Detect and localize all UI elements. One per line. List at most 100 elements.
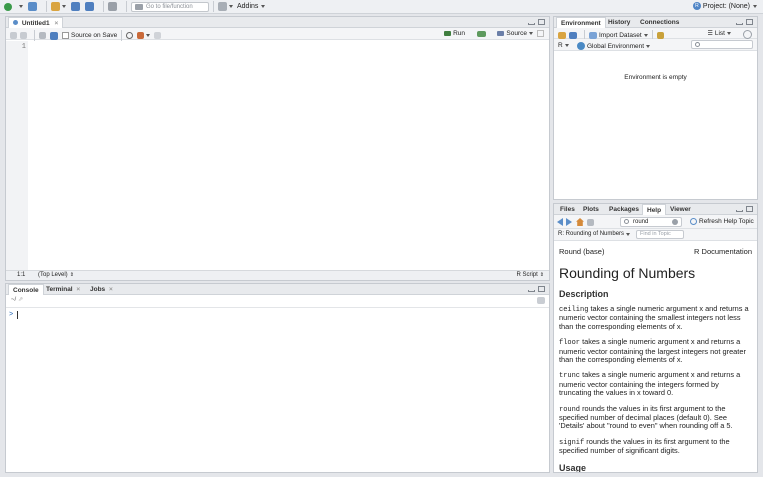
addins-label: Addins bbox=[237, 3, 259, 10]
maximize-pane-icon[interactable] bbox=[538, 19, 545, 25]
print-icon[interactable] bbox=[108, 2, 117, 11]
new-file-dropdown-icon[interactable] bbox=[19, 5, 23, 8]
minimize-pane-icon[interactable] bbox=[528, 23, 535, 25]
run-button[interactable]: Run bbox=[444, 30, 465, 37]
rerun-icon[interactable] bbox=[477, 31, 486, 37]
layout-dropdown-icon[interactable] bbox=[229, 5, 233, 8]
help-topic-selector[interactable]: R: Rounding of Numbers bbox=[558, 231, 631, 237]
clear-console-icon[interactable] bbox=[537, 297, 545, 304]
source-toolbar-left: Source on Save bbox=[10, 30, 162, 41]
new-project-icon[interactable] bbox=[28, 2, 37, 11]
tab-label: Jobs bbox=[90, 286, 106, 293]
forward-arrow-icon[interactable] bbox=[566, 218, 572, 226]
tab-untitled1[interactable]: Untitled1 × bbox=[8, 17, 64, 28]
file-type-selector[interactable]: R Script ⇕ bbox=[516, 272, 544, 278]
paragraph-text: rounds the values in its first argument … bbox=[559, 436, 730, 456]
help-search-value: round bbox=[633, 219, 649, 225]
language-selector[interactable]: R bbox=[558, 42, 569, 49]
open-file-icon[interactable] bbox=[51, 2, 60, 11]
addins-menu[interactable]: Addins bbox=[237, 3, 266, 10]
code-tools-dropdown-icon[interactable] bbox=[146, 34, 151, 37]
find-in-topic-input[interactable]: Find in Topic bbox=[636, 230, 684, 239]
project-label: Project: (None) bbox=[702, 2, 750, 10]
maximize-pane-icon[interactable] bbox=[746, 19, 753, 25]
show-in-window-icon[interactable] bbox=[39, 32, 46, 39]
global-environment-selector[interactable]: Global Environment bbox=[577, 42, 651, 50]
tab-help[interactable]: Help bbox=[642, 204, 667, 215]
new-file-icon[interactable] bbox=[4, 2, 12, 11]
refresh-help-label: Refresh Help Topic bbox=[699, 218, 754, 225]
list-view-selector[interactable]: ☰ List bbox=[707, 30, 731, 37]
tab-packages[interactable]: Packages bbox=[605, 204, 643, 215]
r-file-icon bbox=[13, 20, 18, 25]
tab-terminal[interactable]: Terminal × bbox=[42, 284, 84, 295]
help-pane: Files Plots Packages Help Viewer round R… bbox=[553, 203, 758, 473]
console-output[interactable]: > bbox=[6, 307, 549, 472]
environment-pane: Environment History Connections Import D… bbox=[553, 16, 758, 200]
updown-icon: ⇕ bbox=[539, 272, 544, 278]
path-label: ~/ bbox=[11, 296, 17, 303]
back-arrow-icon[interactable] bbox=[10, 32, 17, 39]
minimize-pane-icon[interactable] bbox=[528, 290, 535, 292]
help-search-input[interactable]: round bbox=[620, 217, 682, 227]
console-prompt: > bbox=[9, 311, 14, 319]
search-icon[interactable] bbox=[126, 32, 134, 39]
back-arrow-icon[interactable] bbox=[557, 218, 563, 226]
close-tab-icon[interactable]: × bbox=[54, 20, 58, 27]
search-icon bbox=[695, 42, 700, 47]
tab-connections[interactable]: Connections bbox=[636, 17, 683, 28]
maximize-pane-icon[interactable] bbox=[538, 286, 545, 292]
tab-jobs[interactable]: Jobs × bbox=[86, 284, 117, 295]
source-toolbar: Source on Save Run Source bbox=[6, 28, 549, 41]
doc-title: Rounding of Numbers bbox=[559, 265, 696, 281]
clear-search-icon[interactable] bbox=[672, 219, 678, 225]
minimize-pane-icon[interactable] bbox=[736, 23, 743, 25]
refresh-help-topic-button[interactable]: Refresh Help Topic bbox=[690, 218, 754, 225]
grid-layout-icon[interactable] bbox=[218, 2, 227, 11]
doc-header: Round (base) R Documentation bbox=[559, 247, 752, 256]
help-topic-bar: R: Rounding of Numbers Find in Topic bbox=[554, 229, 757, 241]
import-dataset-button[interactable]: Import Dataset bbox=[589, 32, 648, 39]
go-to-directory-icon[interactable]: ⇗ bbox=[18, 296, 23, 303]
close-tab-icon[interactable]: × bbox=[76, 286, 80, 293]
help-document: Round (base) R Documentation Rounding of… bbox=[554, 241, 757, 472]
tab-environment[interactable]: Environment bbox=[556, 17, 606, 28]
refresh-icon[interactable] bbox=[743, 30, 752, 39]
source-on-save-checkbox[interactable] bbox=[62, 32, 69, 39]
line-number: 1 bbox=[21, 43, 26, 51]
document-outline-icon[interactable] bbox=[537, 30, 544, 37]
refresh-icon bbox=[690, 218, 697, 225]
save-all-icon[interactable] bbox=[85, 2, 94, 11]
broom-icon[interactable] bbox=[656, 32, 664, 39]
tab-label: Packages bbox=[609, 206, 639, 213]
list-label: List bbox=[714, 30, 725, 37]
tab-files[interactable]: Files bbox=[556, 204, 579, 215]
save-icon[interactable] bbox=[50, 31, 58, 40]
console-tabstrip: Console Terminal × Jobs × bbox=[6, 284, 549, 295]
code-editor[interactable]: 1 bbox=[6, 41, 549, 270]
show-in-window-icon[interactable] bbox=[587, 218, 594, 226]
tab-history[interactable]: History bbox=[604, 17, 634, 28]
environment-search-input[interactable] bbox=[691, 40, 753, 49]
home-icon[interactable] bbox=[576, 218, 584, 226]
doc-paragraph: trunc takes a single numeric argument x … bbox=[559, 371, 752, 397]
maximize-pane-icon[interactable] bbox=[746, 206, 753, 212]
save-icon[interactable] bbox=[71, 2, 80, 11]
save-workspace-icon[interactable] bbox=[569, 32, 577, 39]
scope-selector[interactable]: (Top Level) ⇕ bbox=[38, 272, 74, 278]
compile-report-icon[interactable] bbox=[154, 32, 162, 39]
open-recent-dropdown-icon[interactable] bbox=[62, 5, 66, 8]
close-tab-icon[interactable]: × bbox=[109, 286, 113, 293]
minimize-pane-icon[interactable] bbox=[736, 210, 743, 212]
tab-viewer[interactable]: Viewer bbox=[666, 204, 695, 215]
tab-plots[interactable]: Plots bbox=[579, 204, 603, 215]
source-button[interactable]: Source bbox=[497, 30, 533, 37]
help-topic-label: R: Rounding of Numbers bbox=[558, 231, 625, 237]
open-workspace-icon[interactable] bbox=[558, 32, 566, 39]
forward-arrow-icon[interactable] bbox=[20, 32, 27, 39]
code-tools-wand-icon[interactable] bbox=[137, 32, 145, 39]
updown-icon: ⇕ bbox=[69, 272, 74, 278]
tab-console[interactable]: Console bbox=[8, 284, 44, 295]
go-to-file-input[interactable]: Go to file/function bbox=[131, 1, 209, 12]
project-menu[interactable]: R Project: (None) bbox=[692, 2, 757, 10]
